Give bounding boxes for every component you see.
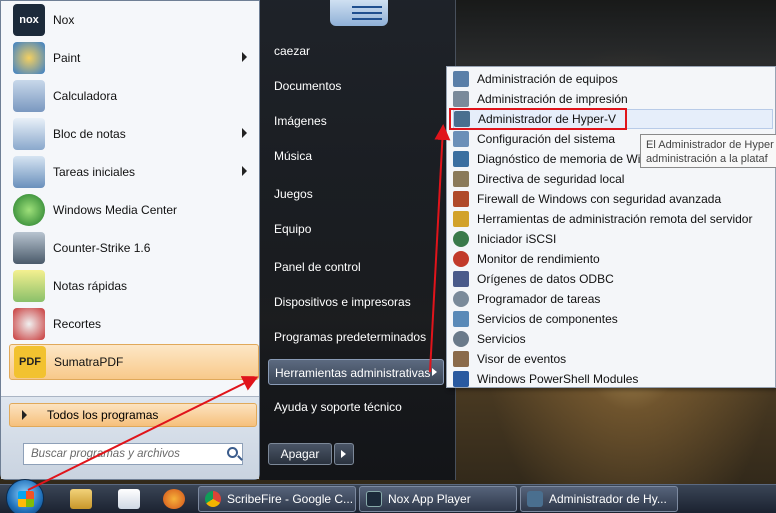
annotation-arrow	[429, 124, 451, 373]
annotation-arrow	[27, 376, 259, 491]
annotation-arrows	[27, 124, 451, 491]
